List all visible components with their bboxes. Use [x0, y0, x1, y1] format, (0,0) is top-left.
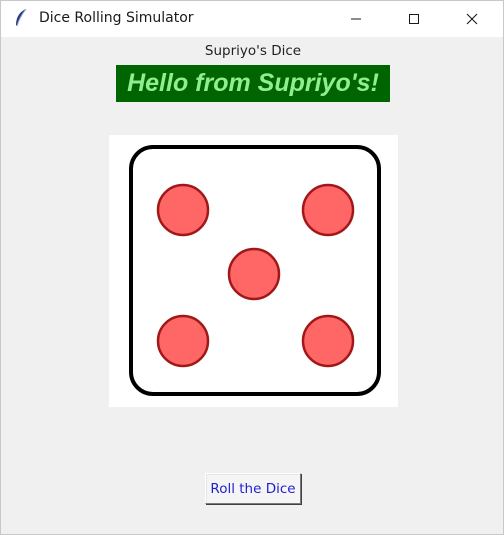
title-bar[interactable]: Dice Rolling Simulator: [1, 1, 503, 37]
window-title: Dice Rolling Simulator: [39, 10, 194, 26]
dice-pip: [301, 183, 355, 237]
dice-pip: [156, 314, 210, 368]
app-window: Dice Rolling Simulator Supriyo's Dice He…: [0, 0, 504, 535]
minimize-icon: [350, 10, 362, 29]
maximize-button[interactable]: [391, 1, 437, 37]
roll-dice-button[interactable]: Roll the Dice: [205, 473, 301, 504]
dice-face: [129, 145, 381, 396]
greeting-banner: Hello from Supriyo's!: [116, 65, 390, 102]
minimize-button[interactable]: [333, 1, 379, 37]
dice-pip: [227, 247, 281, 301]
close-button[interactable]: [449, 1, 495, 37]
dice-pip: [301, 314, 355, 368]
maximize-icon: [408, 10, 420, 29]
dice-canvas: [109, 135, 398, 407]
close-icon: [466, 10, 478, 29]
greeting-text: Hello from Supriyo's!: [127, 69, 379, 97]
app-heading: Supriyo's Dice: [204, 43, 302, 59]
dice-pip: [156, 183, 210, 237]
feather-icon: [13, 8, 29, 28]
